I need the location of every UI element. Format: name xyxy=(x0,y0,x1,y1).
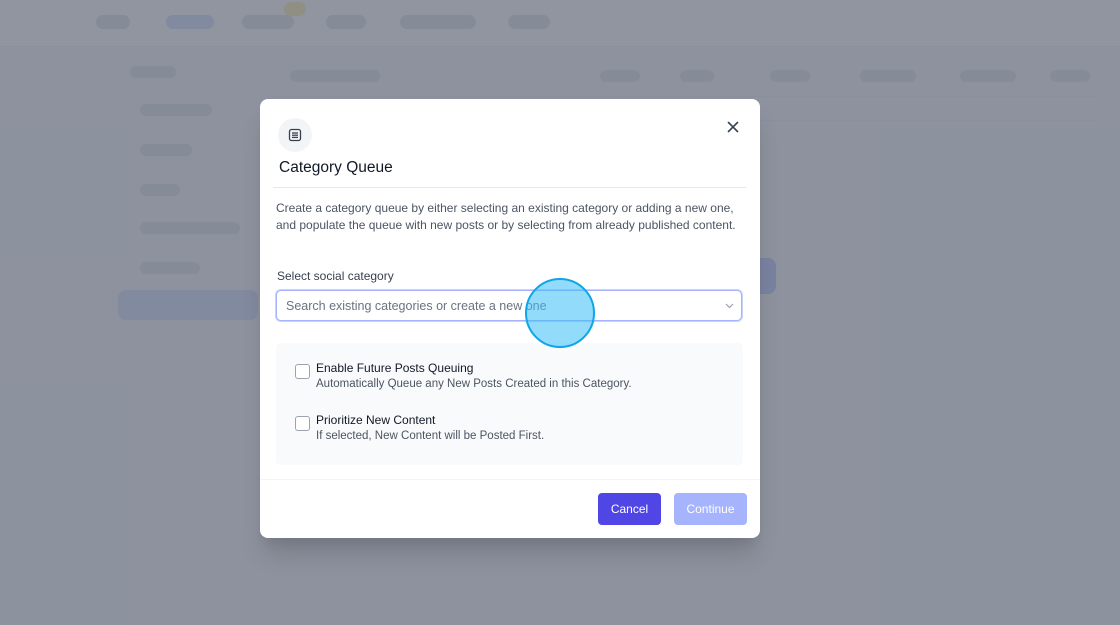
prioritize-content-option[interactable]: Prioritize New Content If selected, New … xyxy=(295,413,725,449)
prioritize-content-checkbox[interactable] xyxy=(295,416,310,431)
modal-title: Category Queue xyxy=(279,159,393,176)
future-posts-checkbox[interactable] xyxy=(295,364,310,379)
category-queue-modal: Category Queue Create a category queue b… xyxy=(260,99,760,538)
continue-button[interactable]: Continue xyxy=(674,493,747,525)
footer-divider xyxy=(260,479,760,480)
option-title: Prioritize New Content xyxy=(316,413,436,427)
option-description: Automatically Queue any New Posts Create… xyxy=(316,378,632,390)
select-category-label: Select social category xyxy=(277,269,394,283)
option-title: Enable Future Posts Queuing xyxy=(316,361,474,375)
option-description: If selected, New Content will be Posted … xyxy=(316,430,545,442)
chevron-down-icon[interactable] xyxy=(724,301,734,311)
category-search-input[interactable] xyxy=(286,291,706,320)
future-posts-option[interactable]: Enable Future Posts Queuing Automaticall… xyxy=(295,361,725,397)
close-icon[interactable] xyxy=(722,116,744,138)
modal-description: Create a category queue by either select… xyxy=(276,201,736,232)
header-divider xyxy=(273,187,746,188)
list-icon xyxy=(278,118,312,152)
cancel-button[interactable]: Cancel xyxy=(598,493,661,525)
queue-options-panel: Enable Future Posts Queuing Automaticall… xyxy=(276,343,743,465)
category-select[interactable] xyxy=(276,290,742,321)
